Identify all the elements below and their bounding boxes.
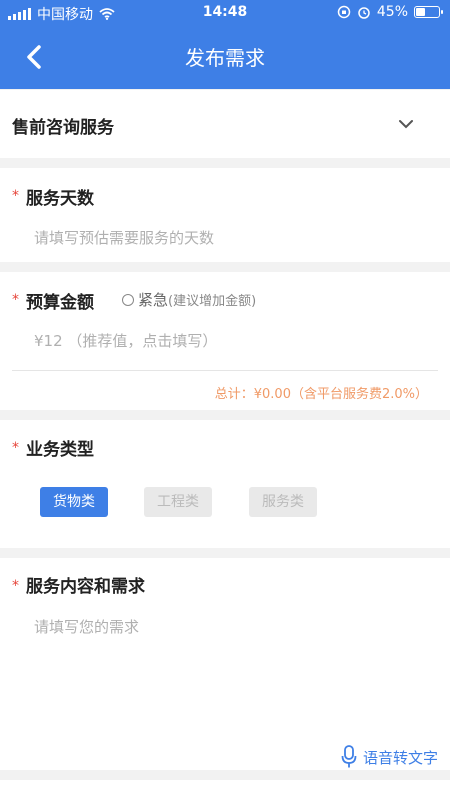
urgent-label: 紧急 [138,291,169,309]
voice-label: 语音转文字 [362,748,438,767]
battery-percent: 45% [376,4,408,20]
next-section [0,780,450,800]
orientation-lock-icon [337,5,351,19]
type-option-engineering[interactable]: 工程类 [144,487,212,517]
voice-to-text-button[interactable]: 语音转文字 [341,745,438,769]
content-section: * 服务内容和需求 请填写您的需求 语音转文字 [0,558,450,770]
business-type-label: 业务类型 [26,440,94,460]
urgent-hint: (建议增加金额) [168,294,257,309]
required-mark: * [12,188,19,204]
business-type-section: * 业务类型 货物类 工程类 服务类 [0,420,450,548]
microphone-icon [341,745,357,768]
category-selector[interactable]: 售前咨询服务 [0,90,450,158]
required-mark: * [12,578,19,594]
category-value: 售前咨询服务 [12,118,114,138]
service-days-input[interactable]: 请填写预估需要服务的天数 [34,227,214,248]
urgent-radio[interactable] [122,293,134,306]
service-days-label: 服务天数 [26,189,94,209]
budget-label: 预算金额 [26,293,94,313]
divider [12,370,438,371]
chevron-down-icon[interactable] [398,116,414,132]
alarm-icon [358,7,370,19]
required-mark: * [12,440,19,456]
type-option-goods[interactable]: 货物类 [40,487,108,517]
page-title: 发布需求 [185,46,265,70]
budget-input[interactable]: ¥12 （推荐值，点击填写） [34,330,217,351]
content-label: 服务内容和需求 [26,577,145,597]
budget-total: 总计：¥0.00（含平台服务费2.0%） [214,387,428,402]
status-right: 45% [337,4,443,20]
urgent-option[interactable]: 紧急 (建议增加金额) [122,289,256,310]
nav-bar: 发布需求 [0,26,450,89]
type-option-service[interactable]: 服务类 [249,487,317,517]
required-mark: * [12,292,19,308]
service-days-section: * 服务天数 请填写预估需要服务的天数 [0,168,450,262]
content-textarea[interactable]: 请填写您的需求 [34,616,139,637]
status-bar: 中国移动 14:48 45% [0,0,450,26]
battery-icon [414,6,443,18]
